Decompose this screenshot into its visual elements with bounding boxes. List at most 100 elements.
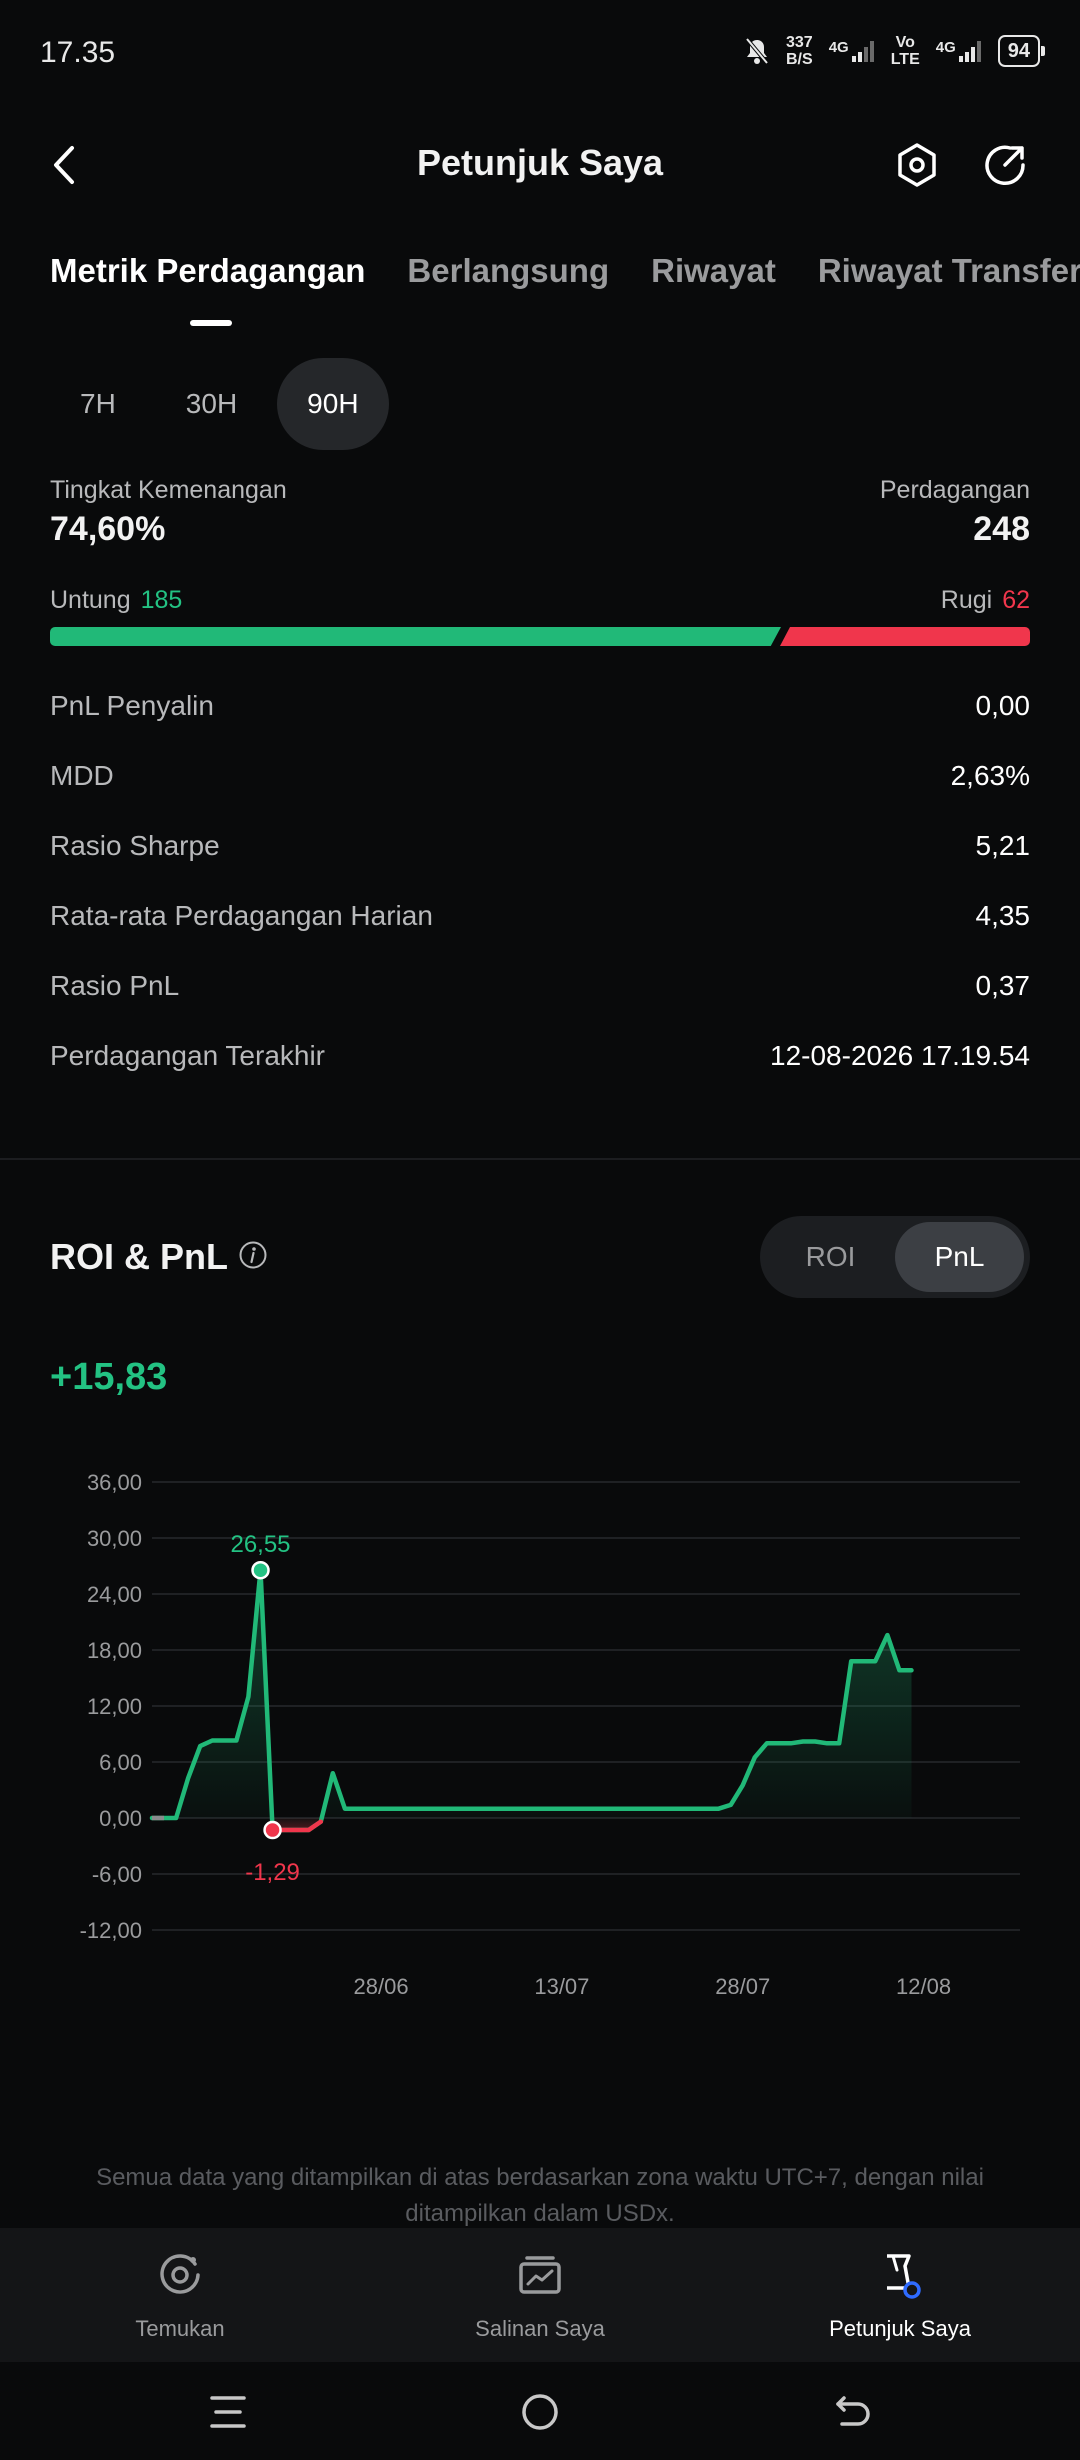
timezone-footnote: Semua data yang ditampilkan di atas berd… [96,2164,984,2227]
metric-row-mdd: MDD 2,63% [50,760,1030,792]
metric-label: Rata-rata Perdagangan Harian [50,900,433,931]
discover-icon [160,2254,200,2294]
loss-ratio-bar [780,627,1030,646]
toggle-pnl[interactable]: PnL [895,1222,1024,1292]
metric-value: 4,35 [975,900,1031,931]
info-icon[interactable] [238,1240,268,1270]
nav-label: Temukan [135,2316,225,2341]
period-7h[interactable]: 7H [50,358,146,450]
metric-row-pnl-ratio: Rasio PnL 0,37 [50,970,1030,1002]
low-point-marker [263,1820,282,1840]
status-icons: 337 B/S 4G Vo LTE 4G 94 [744,34,1046,68]
metric-value: 2,63% [950,760,1030,791]
metric-value: 12-08-2026 17.19.54 [770,1040,1030,1071]
mute-bell-icon [745,37,769,65]
y-tick-label: 36,00 [87,1470,142,1495]
loss-count-label: Rugi 62 [941,586,1030,615]
net-speed-unit: B/S [786,51,813,68]
chart-y-axis: 36,00 30,00 24,00 18,00 12,00 6,00 0,00 -6,00 -1… [80,1470,142,1943]
y-tick-label: 18,00 [87,1638,142,1663]
high-point-label: 26,55 [230,1531,290,1558]
high-point-marker [251,1560,270,1580]
period-selector: 7H 30H 90H [50,358,389,450]
signal-1: 4G [829,39,875,63]
y-tick-label: 12,00 [87,1694,142,1719]
metric-value: 0,00 [975,690,1031,721]
signal-2: 4G [936,39,982,63]
tab-history[interactable]: Riwayat [651,252,776,290]
chart-series [149,1567,914,1833]
x-tick-label: 28/07 [715,1974,770,1999]
share-arrow-icon [985,145,1025,186]
tab-ongoing[interactable]: Berlangsung [407,252,609,290]
system-navigation [0,2362,1080,2460]
y-tick-label: 24,00 [87,1582,142,1607]
chart-board-icon [519,2256,561,2294]
metric-label: Rasio Sharpe [50,830,220,861]
metric-row-last-trade: Perdagangan Terakhir 12-08-2026 17.19.54 [50,1040,1030,1072]
nav-my-lead[interactable]: Petunjuk Saya [720,2228,1080,2362]
loss-count: 62 [1002,586,1030,614]
metric-label: Perdagangan Terakhir [50,1040,326,1071]
roi-pnl-toggle: ROI PnL [760,1216,1030,1298]
info-circle-icon [239,1241,267,1269]
trades-label: Perdagangan [879,476,1030,504]
profit-count: 185 [140,586,183,614]
net2-label: 4G [935,39,956,56]
tab-trading-metrics[interactable]: Metrik Perdagangan [50,252,365,290]
bottom-navigation: Temukan Salinan Saya Petunjuk Saya [0,2228,1080,2362]
metric-value: 5,21 [975,830,1031,861]
metric-row-daily-trades: Rata-rata Perdagangan Harian 4,35 [50,900,1030,932]
metric-row-copier-pnl: PnL Penyalin 0,00 [50,690,1030,722]
volte-bottom: LTE [890,51,920,68]
x-tick-label: 13/07 [534,1974,589,1999]
nav-discover[interactable]: Temukan [0,2228,360,2362]
winrate-label: Tingkat Kemenangan [50,476,287,504]
metric-row-sharpe: Rasio Sharpe 5,21 [50,830,1030,862]
home-circle-icon[interactable] [520,2392,560,2432]
battery-indicator: 94 [997,35,1046,67]
hexagon-settings-icon [898,143,936,187]
recent-apps-icon[interactable] [208,2392,248,2432]
metric-label: PnL Penyalin [50,690,214,721]
tab-transfer-history[interactable]: Riwayat Transfer [818,252,1080,290]
share-button[interactable] [980,140,1030,190]
net1-label: 4G [828,39,849,56]
y-tick-label: -6,00 [92,1862,142,1887]
y-tick-label: -12,00 [80,1918,142,1943]
profit-ratio-bar [50,627,781,646]
y-tick-label: 30,00 [87,1526,142,1551]
volte: Vo LTE [891,34,920,68]
signal-bars-icon [958,41,981,62]
current-pnl-value: +15,83 [50,1356,168,1398]
signal-bars-icon [851,41,874,62]
back-arrow-icon[interactable] [832,2392,872,2432]
metric-value: 0,37 [975,970,1031,1001]
volte-top: Vo [895,34,915,51]
net-speed-value: 337 [785,34,813,51]
trades-value: 248 [973,510,1030,548]
nav-label: Salinan Saya [475,2316,605,2341]
toggle-roi[interactable]: ROI [766,1222,895,1292]
pnl-chart[interactable]: 36,00 30,00 24,00 18,00 12,00 6,00 0,00 -6,00 -1… [0,1460,1080,2020]
profit-label-text: Untung [50,586,131,614]
nav-my-copies[interactable]: Salinan Saya [360,2228,720,2362]
period-30h[interactable]: 30H [156,358,267,450]
low-point-label: -1,29 [245,1859,300,1886]
winrate-value: 74,60% [50,510,166,548]
x-tick-label: 28/06 [354,1974,409,1999]
tab-bar: Metrik Perdagangan Berlangsung Riwayat R… [50,252,1080,290]
settings-button[interactable] [892,140,942,190]
metric-label: MDD [50,760,114,791]
x-tick-label: 12/08 [896,1974,951,1999]
loss-label-text: Rugi [940,586,993,614]
active-tab-indicator [190,320,232,326]
metric-label: Rasio PnL [50,970,180,1001]
trader-hat-icon [887,2254,921,2299]
chart-x-axis: 28/06 13/07 28/07 12/08 [354,1974,952,1999]
nav-label: Petunjuk Saya [829,2316,971,2341]
period-90h[interactable]: 90H [277,358,389,450]
y-tick-label: 6,00 [99,1750,142,1775]
section-divider [0,1158,1080,1160]
net-speed: 337 B/S [786,34,813,68]
